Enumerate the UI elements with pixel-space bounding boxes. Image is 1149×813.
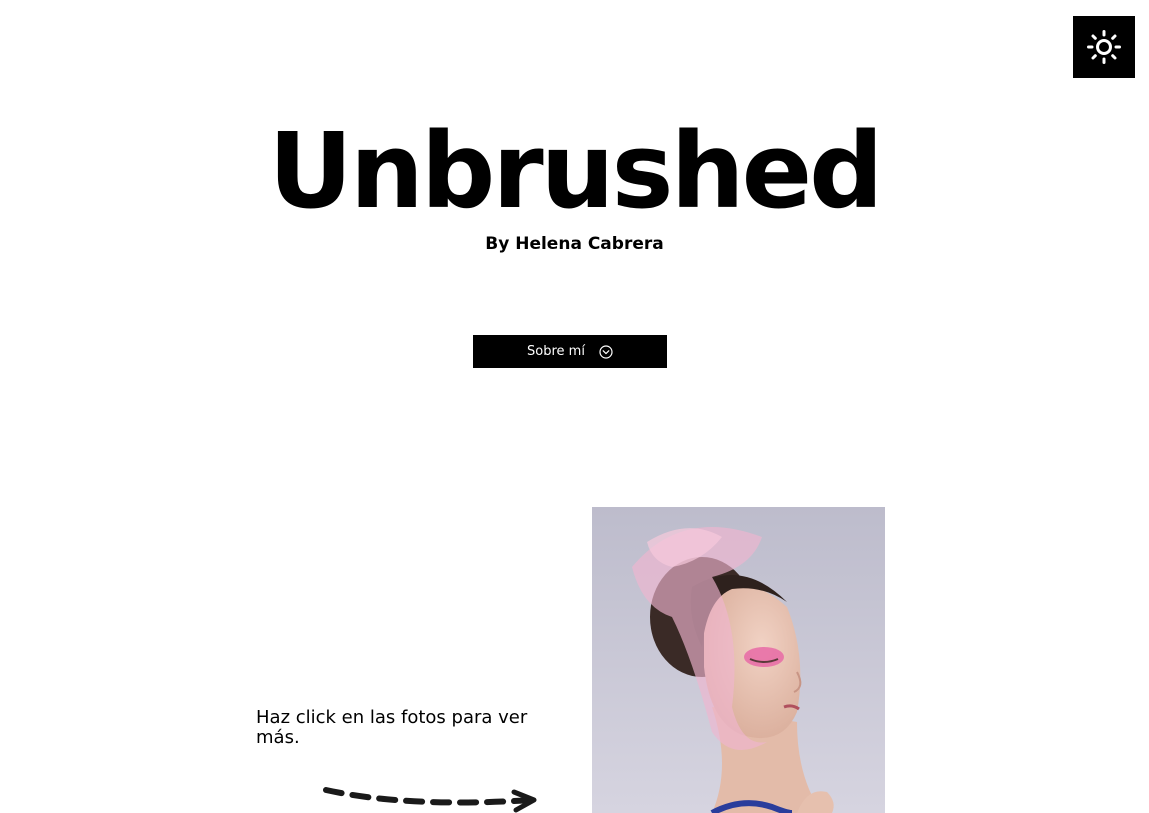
gallery-photo[interactable] [592, 507, 885, 813]
site-title: Unbrushed [268, 110, 883, 232]
portrait-photo [592, 507, 885, 813]
dashed-arrow-right-icon [323, 787, 537, 813]
page: Unbrushed By Helena Cabrera Sobre mí Haz… [0, 0, 1149, 813]
about-me-button[interactable]: Sobre mí [473, 335, 667, 368]
theme-toggle-button[interactable] [1073, 16, 1135, 78]
sun-icon [1087, 30, 1121, 64]
site-byline: By Helena Cabrera [485, 234, 664, 254]
about-me-label: Sobre mí [527, 344, 585, 359]
chevron-down-circle-icon [599, 344, 613, 359]
gallery-hint: Haz click en las fotos para ver más. [256, 707, 528, 748]
